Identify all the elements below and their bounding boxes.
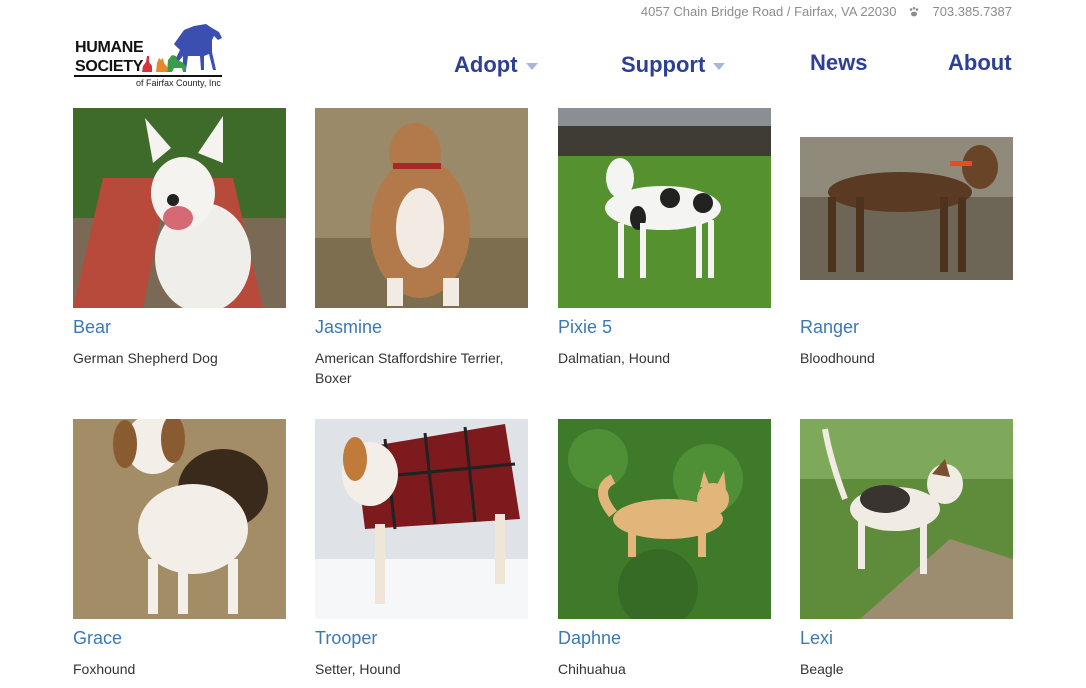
pet-breed: Setter, Hound [315,661,401,677]
pet-photo[interactable] [558,108,771,308]
pet-name[interactable]: Pixie 5 [558,317,612,338]
pet-breed: Dalmatian, Hound [558,350,671,366]
paw-icon [908,6,920,18]
nav-adopt[interactable]: Adopt [454,52,538,78]
pet-photo[interactable] [315,108,528,308]
pet-photo[interactable] [800,137,1013,280]
pet-name[interactable]: Bear [73,317,111,338]
nav-about-label: About [948,50,1012,75]
address-text: 4057 Chain Bridge Road / Fairfax, VA 220… [640,4,897,19]
phone-link[interactable]: 703.385.7387 [932,4,1012,19]
nav-news-label: News [810,50,868,75]
pet-photo[interactable] [73,108,286,308]
nav-adopt-label: Adopt [454,52,518,77]
pet-photo[interactable] [558,419,771,619]
main-nav: Adopt Support News About [0,50,1086,86]
pet-breed: Chihuahua [558,661,626,677]
pet-name[interactable]: Daphne [558,628,621,649]
nav-support[interactable]: Support [621,52,726,78]
contact-bar: 4057 Chain Bridge Road / Fairfax, VA 220… [641,4,1012,19]
nav-support-label: Support [621,52,706,77]
pet-breed: American Staffordshire Terrier, Boxer [315,350,504,386]
pet-photo[interactable] [800,419,1013,619]
nav-about[interactable]: About [948,50,1012,76]
pet-breed: Foxhound [73,661,136,677]
pet-name[interactable]: Trooper [315,628,377,649]
pet-breed: German Shepherd Dog [73,350,218,366]
pet-name[interactable]: Jasmine [315,317,382,338]
pet-name[interactable]: Lexi [800,628,833,649]
pet-photo[interactable] [315,419,528,619]
chevron-down-icon [525,63,538,70]
pet-name[interactable]: Grace [73,628,122,649]
nav-news[interactable]: News [810,50,867,76]
pet-breed: Beagle [800,661,844,677]
pet-name[interactable]: Ranger [800,317,859,338]
chevron-down-icon [713,63,726,70]
pet-photo[interactable] [73,419,286,619]
pet-breed: Bloodhound [800,350,875,366]
